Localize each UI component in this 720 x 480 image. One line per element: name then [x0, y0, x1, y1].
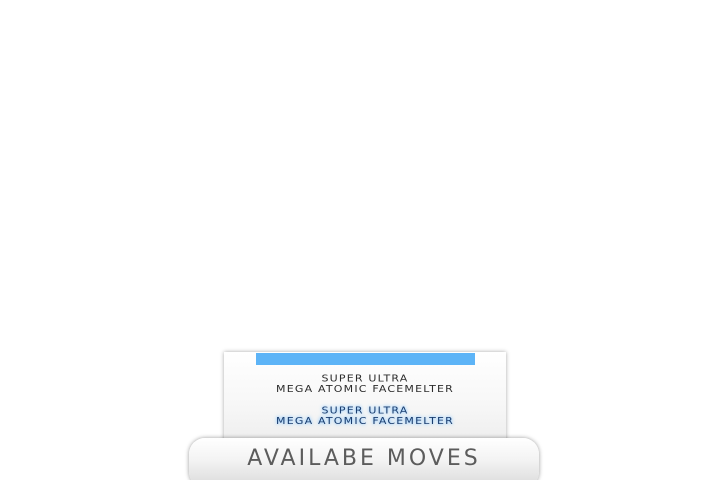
move-name-line2: MEGA ATOMIC FACEMELTER	[276, 383, 454, 395]
game-screen: SUPER ULTRA MEGA ATOMIC FACEMELTER SUPER…	[0, 0, 720, 480]
available-moves-tab[interactable]: AVAILABE MOVES	[189, 438, 539, 480]
move-name-line2: MEGA ATOMIC FACEMELTER	[276, 415, 454, 427]
move-option[interactable]: SUPER ULTRA MEGA ATOMIC FACEMELTER	[224, 373, 506, 395]
selection-indicator	[256, 353, 475, 365]
moves-list-panel: SUPER ULTRA MEGA ATOMIC FACEMELTER SUPER…	[224, 352, 506, 448]
available-moves-title: AVAILABE MOVES	[247, 446, 481, 471]
move-option-highlighted[interactable]: SUPER ULTRA MEGA ATOMIC FACEMELTER	[224, 405, 506, 427]
